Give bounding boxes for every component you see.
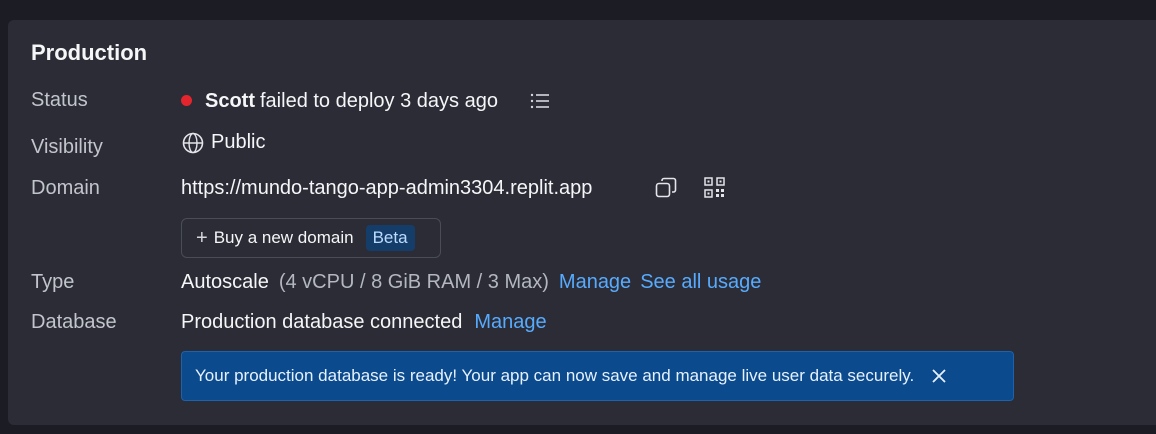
beta-badge: Beta xyxy=(365,225,415,251)
buy-domain-label: Buy a new domain xyxy=(213,228,354,247)
type-spec: (4 vCPU / 8 GiB RAM / 3 Max) xyxy=(278,271,549,293)
status-dot xyxy=(181,95,192,106)
database-label: Database xyxy=(31,311,117,333)
close-icon[interactable] xyxy=(931,368,947,384)
type-label: Type xyxy=(31,271,75,293)
status-user: Scott xyxy=(205,90,255,112)
section-title: Production xyxy=(31,40,148,65)
type-row: Autoscale (4 vCPU / 8 GiB RAM / 3 Max) M… xyxy=(181,271,761,294)
visibility-value: Public xyxy=(211,131,266,153)
status-message: failed to deploy 3 days ago xyxy=(260,90,498,112)
database-row: Production database connected Manage xyxy=(181,311,547,334)
banner-message: Your production database is ready! Your … xyxy=(195,366,915,385)
database-value: Production database connected xyxy=(181,311,463,333)
qr-code-icon[interactable] xyxy=(704,177,725,198)
database-ready-banner: Your production database is ready! Your … xyxy=(181,351,1014,401)
status-label: Status xyxy=(31,89,88,111)
visibility-label: Visibility xyxy=(31,136,103,158)
plus-icon: + xyxy=(196,226,208,249)
list-icon[interactable] xyxy=(530,92,550,110)
copy-icon[interactable] xyxy=(655,177,677,199)
database-manage-link[interactable]: Manage xyxy=(474,311,546,334)
globe-icon xyxy=(182,132,204,154)
type-manage-link[interactable]: Manage xyxy=(559,271,631,294)
type-value: Autoscale xyxy=(181,271,269,293)
buy-domain-button[interactable]: + Buy a new domain Beta xyxy=(181,218,441,258)
status-text: Scott failed to deploy 3 days ago xyxy=(205,90,498,113)
see-all-usage-link[interactable]: See all usage xyxy=(640,271,761,294)
domain-label: Domain xyxy=(31,177,100,199)
domain-url[interactable]: https://mundo-tango-app-admin3304.replit… xyxy=(181,177,592,200)
